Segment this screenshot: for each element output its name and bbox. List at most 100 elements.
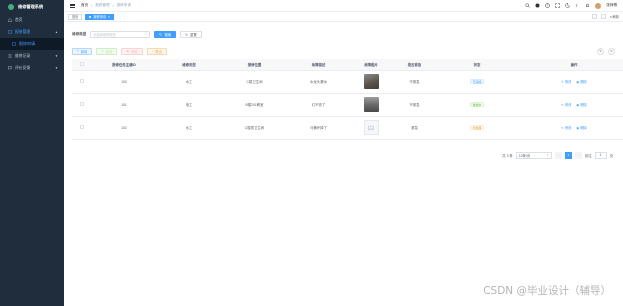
trash-icon: ▣ <box>576 102 580 107</box>
sidebar-item-label: 首页 <box>15 17 23 22</box>
fault-image[interactable] <box>363 74 379 89</box>
fault-image[interactable] <box>363 97 379 112</box>
search-icon: ⚲ <box>599 49 602 53</box>
column-header: 报修任务主键ID <box>92 59 156 71</box>
breadcrumb-item[interactable]: 首页 <box>81 3 88 8</box>
repair-table: 报修任务主键ID 维修类型 报修位置 故障描述 故障图片 是否紧急 状态 操作 … <box>72 59 623 140</box>
tags-view: 首页 报修申请 × ‹ › ↻刷新 <box>64 12 623 22</box>
github-icon[interactable] <box>535 3 540 8</box>
prev-page-button[interactable]: ‹ <box>554 151 562 159</box>
search-icon <box>159 33 163 36</box>
cell-urgent: 紧急 <box>392 116 437 140</box>
app-logo[interactable]: 维修管理系统 <box>0 0 64 14</box>
select-placeholder: 请选择维修类型 <box>93 33 116 37</box>
pagination: 共 3 条 10条/页 ▼ ‹ 1 › 前往 1 页 <box>72 151 615 159</box>
chevron-left-icon: ‹ <box>557 153 559 157</box>
page-number[interactable]: 1 <box>564 151 572 159</box>
sidebar-item-repair-request[interactable]: 报修申请 <box>0 38 64 50</box>
column-header: 维修类型 <box>156 59 222 71</box>
tag-home[interactable]: 首页 <box>68 13 83 20</box>
repair-type-select[interactable]: 请选择维修类型 ▼ <box>90 31 151 38</box>
header-tools: ? T 张师傅 <box>525 2 617 9</box>
table-tools: ⚲ ↻ <box>597 47 615 55</box>
tags-actions: ‹ › ↻刷新 <box>591 14 619 19</box>
theme-icon[interactable] <box>565 3 571 8</box>
sidebar-item-home[interactable]: 首页 <box>0 14 64 26</box>
sidebar: 维修管理系统 首页 报修管理 ▲ 报修申请 维修记录 ▼ 评价反馈 ▼ <box>0 0 64 306</box>
chevron-down-icon: ▼ <box>546 153 549 157</box>
cell-id: 101 <box>92 93 156 117</box>
help-icon[interactable]: ? <box>545 3 550 8</box>
row-edit-button[interactable]: ✎ 修改 <box>561 125 571 131</box>
watermark: CSDN @毕业设计（辅导） <box>483 285 611 297</box>
close-icon[interactable]: × <box>108 15 110 19</box>
svg-text:T: T <box>576 4 579 8</box>
hamburger-icon[interactable] <box>70 3 75 8</box>
row-delete-button[interactable]: ▣ 删除 <box>576 125 586 131</box>
row-edit-button[interactable]: ✎ 修改 <box>561 79 571 85</box>
row-checkbox[interactable] <box>80 79 84 83</box>
search-button[interactable]: 搜索 <box>154 31 177 38</box>
add-button[interactable]: + 新增 <box>72 47 93 55</box>
image-placeholder-icon[interactable] <box>363 120 379 135</box>
tag-repair-request[interactable]: 报修申请 × <box>85 13 114 20</box>
chevron-down-icon: ▼ <box>55 54 58 58</box>
logo-icon <box>8 4 14 10</box>
row-delete-button[interactable]: ▣ 删除 <box>576 102 586 108</box>
breadcrumb-item: 报修申请 <box>116 3 131 7</box>
cell-description: 水龙头漏水 <box>287 70 350 94</box>
cell-description: 马桶坏掉了 <box>287 116 350 140</box>
row-delete-button[interactable]: ▣ 删除 <box>576 79 586 85</box>
sidebar-item-label: 评价反馈 <box>15 65 31 70</box>
fullscreen-icon[interactable] <box>555 3 560 8</box>
goto-page-input[interactable]: 1 <box>594 151 607 159</box>
column-header: 故障描述 <box>287 59 350 71</box>
chevron-right-icon: › <box>577 153 579 157</box>
avatar[interactable] <box>595 2 602 9</box>
download-icon: ↓ <box>151 49 154 53</box>
breadcrumb: 首页 / 报修管理 / 报修申请 <box>81 3 131 8</box>
trash-icon: ▣ <box>576 125 580 130</box>
status-badge: 维修中 <box>469 102 485 107</box>
row-checkbox[interactable] <box>80 102 84 106</box>
toggle-search-button[interactable]: ⚲ <box>597 47 604 55</box>
page-size-select[interactable]: 10条/页 ▼ <box>515 151 552 159</box>
pagination-total: 共 3 条 <box>502 153 513 158</box>
plus-icon: + <box>77 49 79 53</box>
sidebar-item-label: 维修记录 <box>15 53 31 58</box>
reset-button[interactable]: ↻ 重置 <box>180 31 202 38</box>
chevron-up-icon: ▲ <box>55 30 58 34</box>
cell-description: 灯不亮了 <box>287 93 350 117</box>
bell-icon[interactable] <box>585 3 590 8</box>
column-header: 操作 <box>517 59 623 71</box>
size-icon[interactable]: T <box>575 3 580 8</box>
delete-button[interactable]: ▣ 删除 <box>121 47 143 55</box>
row-checkbox[interactable] <box>80 125 84 129</box>
chevron-left-icon[interactable]: ‹ <box>591 14 597 19</box>
list-icon <box>8 54 12 58</box>
export-button[interactable]: ↓ 导出 <box>146 47 167 55</box>
table-row[interactable]: 102 水工 C楼男卫生间 马桶坏掉了 紧急 待处理 ✎ 修改 ▣ 删除 <box>72 116 623 140</box>
table-row[interactable]: 101 电工 B楼201教室 灯不亮了 不紧急 维修中 ✎ 修改 ▣ 删除 <box>72 93 623 117</box>
form-icon <box>12 42 16 46</box>
column-header: 是否紧急 <box>392 59 437 71</box>
chat-icon <box>8 66 12 70</box>
username[interactable]: 张师傅 <box>606 3 617 8</box>
active-dot-icon <box>89 15 92 18</box>
sidebar-item-repair-records[interactable]: 维修记录 ▼ <box>0 50 64 62</box>
search-icon[interactable] <box>525 3 530 8</box>
sidebar-item-repair-management[interactable]: 报修管理 ▲ <box>0 26 64 38</box>
select-all-checkbox[interactable] <box>80 61 84 66</box>
next-page-button[interactable]: › <box>574 151 582 159</box>
table-row[interactable]: 100 水工 C楼卫生间 水龙头漏水 不紧急 已完成 ✎ 修改 ▣ 删除 <box>72 70 623 94</box>
row-edit-button[interactable]: ✎ 修改 <box>561 102 571 108</box>
refresh-table-button[interactable]: ↻ <box>608 47 615 55</box>
refresh-button[interactable]: ↻刷新 <box>610 14 619 19</box>
tag-label: 报修申请 <box>93 15 107 19</box>
edit-icon: ✎ <box>101 49 104 53</box>
edit-button[interactable]: ✎ 修改 <box>96 47 118 55</box>
app-title: 维修管理系统 <box>18 4 44 9</box>
edit-icon: ✎ <box>561 102 564 107</box>
sidebar-item-feedback[interactable]: 评价反馈 ▼ <box>0 62 64 74</box>
chevron-right-icon[interactable]: › <box>600 14 606 19</box>
